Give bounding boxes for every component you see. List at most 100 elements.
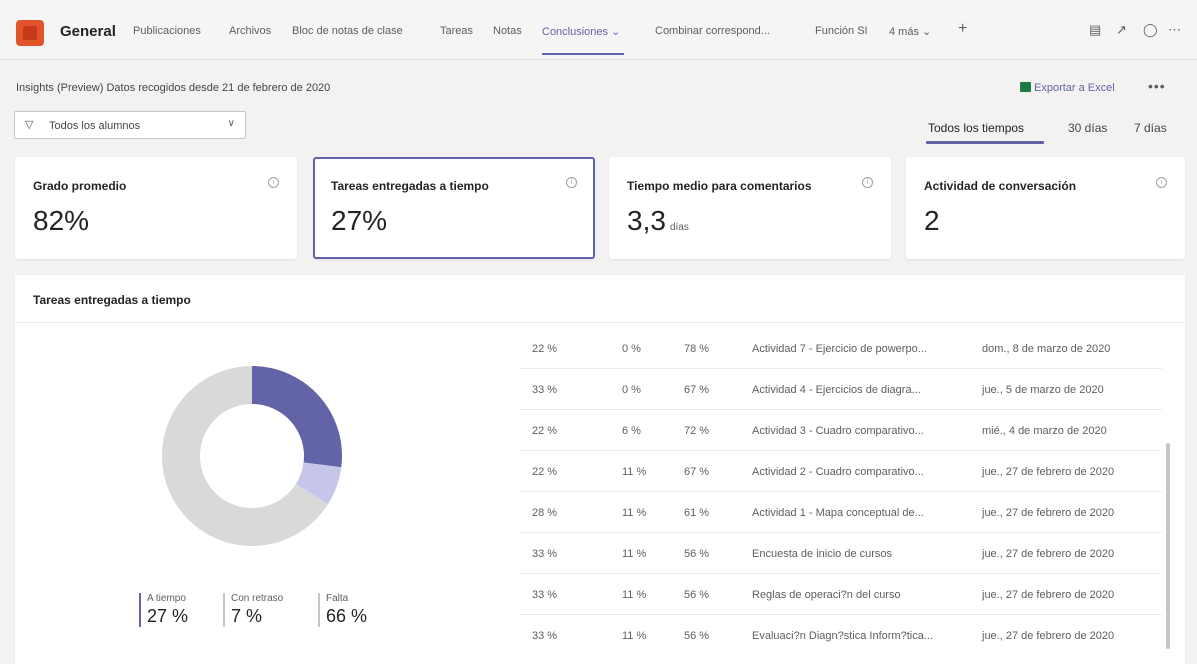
cell-date: jue., 27 de febrero de 2020 [982, 589, 1115, 601]
tab-more[interactable]: 4 más ⌄ [889, 25, 931, 38]
cell-assignment: Reglas de operaci?n del curso [752, 589, 901, 601]
cell-late: 11 % [622, 589, 647, 601]
range-tab-7-days[interactable]: 7 días [1134, 121, 1167, 135]
info-icon[interactable]: i [268, 177, 279, 188]
assignments-table: 22 % 0 % 78 % Actividad 7 - Ejercicio de… [520, 328, 1162, 656]
cell-missing: 56 % [684, 548, 710, 560]
donut-chart [162, 366, 342, 546]
legend-value: 66 % [326, 606, 368, 626]
cell-on-time: 28 % [532, 507, 558, 519]
cell-on-time: 33 % [532, 630, 558, 642]
tab-notas[interactable]: Notas [493, 25, 522, 37]
legend-label: Con retraso [231, 593, 284, 604]
conversation-icon[interactable]: ▤ [1089, 22, 1101, 38]
export-label: Exportar a Excel [1034, 82, 1115, 94]
info-icon[interactable]: i [566, 177, 577, 188]
cell-date: jue., 27 de febrero de 2020 [982, 466, 1115, 478]
divider [15, 322, 1185, 323]
cell-on-time: 33 % [532, 384, 558, 396]
active-range-indicator [926, 141, 1044, 144]
cell-missing: 56 % [684, 589, 710, 601]
cell-late: 0 % [622, 384, 641, 396]
card-unit: días [669, 222, 689, 233]
cell-assignment: Evaluaci?n Diagn?stica Inform?tica... [752, 630, 933, 642]
card-actividad-conversacion[interactable]: Actividad de conversación 2 i [906, 157, 1185, 259]
excel-icon [1020, 82, 1031, 92]
cell-date: jue., 27 de febrero de 2020 [982, 548, 1115, 560]
card-value: 2 [924, 205, 940, 236]
info-icon[interactable]: i [862, 177, 873, 188]
cell-date: jue., 27 de febrero de 2020 [982, 630, 1115, 642]
add-tab-button[interactable]: + [958, 20, 967, 38]
team-logo [16, 20, 44, 46]
cell-missing: 56 % [684, 630, 710, 642]
cell-late: 6 % [622, 425, 641, 437]
table-row[interactable]: 33 % 0 % 67 % Actividad 4 - Ejercicios d… [520, 369, 1162, 410]
cell-assignment: Encuesta de inicio de cursos [752, 548, 893, 560]
cell-missing: 67 % [684, 466, 710, 478]
cell-missing: 67 % [684, 384, 710, 396]
info-icon[interactable]: i [1156, 177, 1167, 188]
table-row[interactable]: 22 % 6 % 72 % Actividad 3 - Cuadro compa… [520, 410, 1162, 451]
card-title: Grado promedio [33, 179, 127, 193]
legend-label: Falta [326, 593, 349, 604]
expand-icon[interactable]: ↗ [1116, 22, 1127, 38]
table-row[interactable]: 33 % 11 % 56 % Encuesta de inicio de cur… [520, 533, 1162, 574]
cell-date: dom., 8 de marzo de 2020 [982, 343, 1111, 355]
cell-late: 11 % [622, 630, 647, 642]
tab-publicaciones[interactable]: Publicaciones [133, 25, 201, 37]
donut-slice-a-tiempo[interactable] [252, 366, 342, 468]
tab-bloc-de-notas[interactable]: Bloc de notas de clase [292, 25, 403, 37]
tab-conclusiones[interactable]: Conclusiones ⌄ [542, 25, 620, 38]
cell-missing: 78 % [684, 343, 710, 355]
card-grado-promedio[interactable]: Grado promedio 82% i [15, 157, 297, 259]
cell-on-time: 22 % [532, 343, 558, 355]
more-actions-icon[interactable]: ••• [1148, 78, 1166, 94]
tareas-panel: Tareas entregadas a tiempo A tiempo 27 %… [15, 275, 1185, 664]
refresh-icon[interactable]: ◯ [1143, 22, 1158, 38]
cell-assignment: Actividad 7 - Ejercicio de powerpo... [752, 343, 927, 355]
range-tab-30-days[interactable]: 30 días [1068, 121, 1107, 135]
table-row[interactable]: 33 % 11 % 56 % Reglas de operaci?n del c… [520, 574, 1162, 615]
legend-value: 7 % [231, 606, 263, 626]
active-tab-indicator [542, 53, 624, 55]
cell-assignment: Actividad 2 - Cuadro comparativo... [752, 466, 924, 478]
cell-late: 11 % [622, 548, 647, 560]
cell-on-time: 22 % [532, 466, 558, 478]
table-row[interactable]: 28 % 11 % 61 % Actividad 1 - Mapa concep… [520, 492, 1162, 533]
cell-late: 0 % [622, 343, 641, 355]
table-scrollbar[interactable] [1166, 443, 1170, 649]
cell-assignment: Actividad 4 - Ejercicios de diagra... [752, 384, 921, 396]
filter-icon: ▽ [25, 119, 34, 131]
tab-combinar-correspondencia[interactable]: Combinar correspond... [655, 25, 770, 37]
tab-funcion-si[interactable]: Función SI [815, 25, 868, 37]
card-value: 27% [331, 205, 388, 236]
card-tiempo-comentarios[interactable]: Tiempo medio para comentarios 3,3 días i [609, 157, 891, 259]
app-header: General Publicaciones Archivos Bloc de n… [0, 0, 1197, 60]
legend-a-tiempo: A tiempo 27 % [139, 593, 188, 627]
cell-missing: 72 % [684, 425, 710, 437]
tab-tareas[interactable]: Tareas [440, 25, 473, 37]
panel-title: Tareas entregadas a tiempo [33, 293, 191, 307]
card-value: 82% [33, 205, 90, 236]
cell-date: jue., 5 de marzo de 2020 [982, 384, 1104, 396]
legend-value: 27 % [147, 606, 189, 626]
card-value: 3,3 días [627, 205, 689, 236]
table-row[interactable]: 22 % 0 % 78 % Actividad 7 - Ejercicio de… [520, 328, 1162, 369]
tab-archivos[interactable]: Archivos [229, 25, 271, 37]
card-tareas-a-tiempo[interactable]: Tareas entregadas a tiempo 27% i [313, 157, 595, 259]
more-options-icon[interactable]: ⋯ [1168, 22, 1181, 38]
insights-label: Insights (Preview) Datos recogidos desde… [16, 82, 331, 94]
cell-assignment: Actividad 3 - Cuadro comparativo... [752, 425, 924, 437]
filter-label: Todos los alumnos [49, 120, 141, 132]
export-excel-button[interactable]: Exportar a Excel [1020, 82, 1115, 94]
card-title: Tareas entregadas a tiempo [331, 179, 489, 193]
table-row[interactable]: 22 % 11 % 67 % Actividad 2 - Cuadro comp… [520, 451, 1162, 492]
cell-missing: 61 % [684, 507, 710, 519]
legend-label: A tiempo [147, 593, 186, 604]
table-row[interactable]: 33 % 11 % 56 % Evaluaci?n Diagn?stica In… [520, 615, 1162, 656]
range-tab-all-time[interactable]: Todos los tiempos [928, 121, 1024, 135]
student-filter-dropdown[interactable]: ▽ Todos los alumnos ∨ [14, 111, 246, 139]
cell-assignment: Actividad 1 - Mapa conceptual de... [752, 507, 924, 519]
legend-con-retraso: Con retraso 7 % [223, 593, 283, 627]
